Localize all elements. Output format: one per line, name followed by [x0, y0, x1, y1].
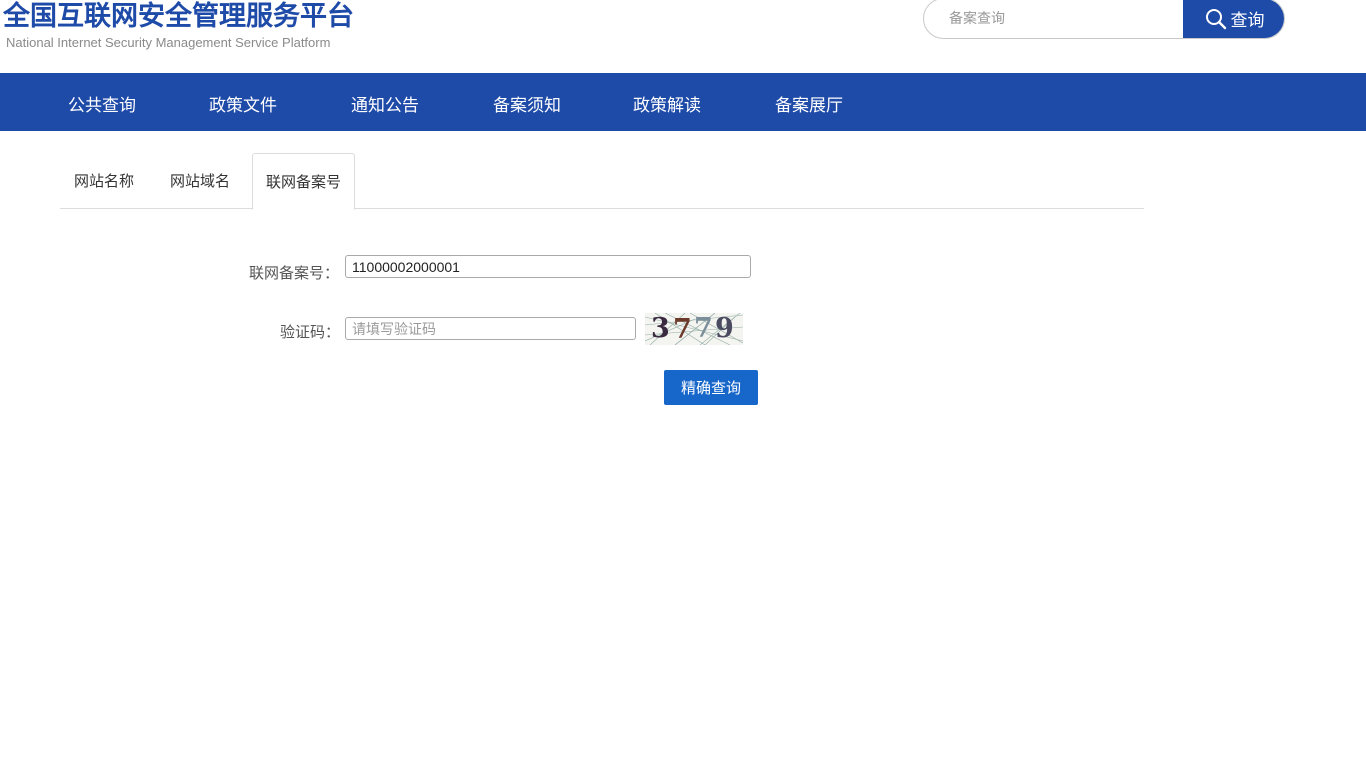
query-tabs: 网站名称 网站域名 联网备案号 — [60, 153, 1144, 210]
captcha-label: 验证码： — [280, 323, 341, 341]
tab-record-number[interactable]: 联网备案号 — [252, 153, 356, 210]
nav-item-policy-interpretation[interactable]: 政策解读 — [633, 91, 701, 116]
search-box: 查询 — [923, 0, 1285, 39]
captcha-char-3: 7 — [694, 313, 713, 344]
main-nav: 公共查询 政策文件 通知公告 备案须知 政策解读 备案展厅 — [0, 73, 1366, 131]
nav-item-filing-hall[interactable]: 备案展厅 — [775, 91, 843, 116]
record-number-label: 联网备案号： — [249, 264, 340, 282]
nav-item-public-query[interactable]: 公共查询 — [68, 91, 136, 116]
captcha-char-2: 7 — [673, 314, 692, 345]
captcha-input[interactable] — [345, 317, 636, 340]
record-number-input[interactable] — [345, 255, 751, 278]
exact-query-button[interactable]: 精确查询 — [664, 370, 758, 405]
captcha-char-4: 9 — [715, 313, 734, 344]
captcha-image[interactable]: 3 7 7 9 — [645, 313, 743, 345]
nav-item-policy-documents[interactable]: 政策文件 — [209, 91, 277, 116]
tab-site-domain[interactable]: 网站域名 — [170, 153, 230, 209]
search-icon — [1205, 8, 1227, 30]
nav-item-notices[interactable]: 通知公告 — [351, 91, 419, 116]
search-button[interactable]: 查询 — [1183, 0, 1284, 38]
search-input[interactable] — [924, 0, 1184, 38]
site-title: 全国互联网安全管理服务平台 — [3, 1, 354, 32]
tab-site-name[interactable]: 网站名称 — [74, 153, 134, 209]
site-subtitle: National Internet Security Management Se… — [6, 35, 331, 50]
nav-item-filing-guide[interactable]: 备案须知 — [493, 91, 561, 116]
captcha-char-1: 3 — [651, 313, 670, 344]
search-button-label: 查询 — [1230, 11, 1265, 31]
header: 全国互联网安全管理服务平台 National Internet Security… — [0, 0, 1366, 73]
